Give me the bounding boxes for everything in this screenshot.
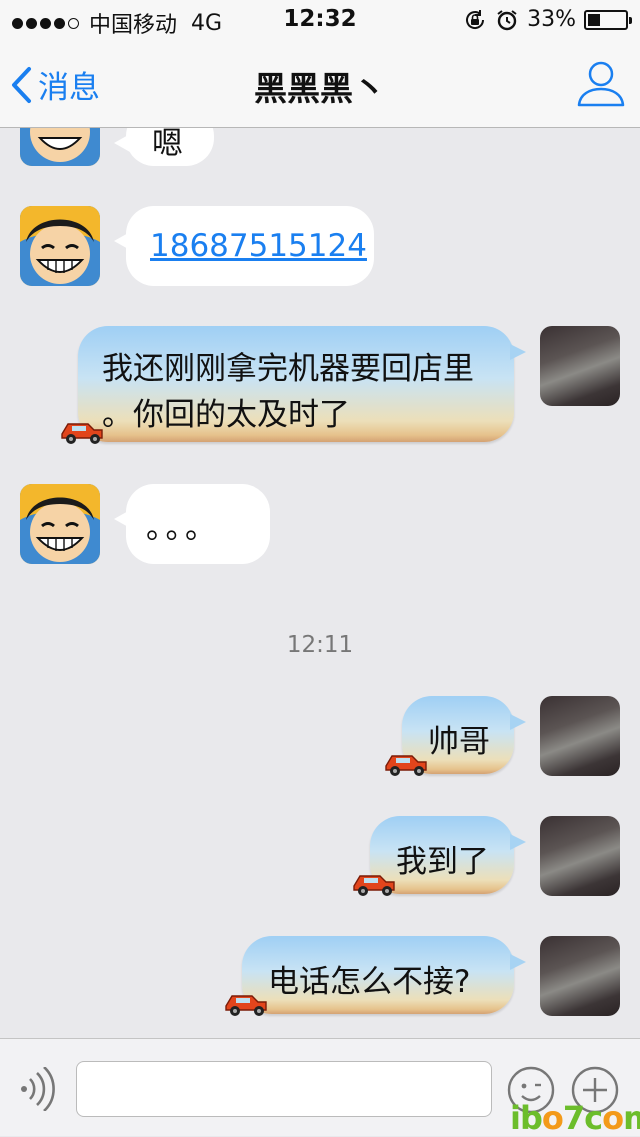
my-avatar[interactable] — [540, 936, 620, 1016]
battery-icon — [584, 9, 632, 30]
voice-icon[interactable] — [16, 1067, 56, 1111]
message-text: 我到了 — [396, 844, 489, 880]
status-right: 33% — [463, 7, 632, 32]
battery-level-fill — [588, 13, 600, 26]
car-decoration-icon — [61, 423, 103, 444]
rotation-lock-icon — [466, 9, 485, 29]
message-bubble-outgoing[interactable]: 我还刚刚拿完机器要回店里 。你回的太及时了 — [78, 326, 526, 442]
message-text-line: 。你回的太及时了 — [102, 397, 350, 433]
message-text: 电话怎么不接? — [268, 964, 471, 1000]
car-decoration-icon — [225, 995, 267, 1016]
contact-avatar[interactable] — [20, 484, 100, 564]
chat-title: 黑黑黑丶 — [254, 69, 386, 108]
person-icon — [577, 61, 625, 107]
message-input[interactable] — [76, 1061, 492, 1117]
phone-number-link[interactable]: 18687515124 — [150, 228, 367, 264]
my-avatar[interactable] — [540, 696, 620, 776]
car-decoration-icon — [353, 875, 395, 896]
car-decoration-icon — [385, 755, 427, 776]
message-input-bar: ibo7com — [0, 1038, 640, 1137]
navigation-bar: 消息 黑黑黑丶 — [0, 40, 640, 128]
message-text: 帅哥 — [428, 724, 490, 760]
contact-avatar[interactable] — [20, 128, 100, 166]
watermark-logo: ibo7com — [510, 1099, 640, 1137]
my-avatar[interactable] — [540, 326, 620, 406]
battery-percent: 33% — [527, 7, 576, 32]
message-text: 。。。 — [146, 510, 220, 546]
message-text: 嗯 — [152, 128, 183, 162]
alarm-icon — [497, 9, 517, 30]
message-bubble-incoming[interactable]: 嗯 — [114, 128, 214, 166]
timestamp: 12:11 — [286, 632, 354, 658]
chat-history[interactable]: 嗯 18687515124 我还刚刚拿完机器要回店里 。你回的太及时了 。。。 … — [0, 128, 640, 1038]
message-text-line: 我还刚刚拿完机器要回店里 — [102, 351, 474, 387]
my-avatar[interactable] — [540, 816, 620, 896]
status-bar: 中国移动 4G 12:32 33% — [0, 0, 640, 40]
message-bubble-incoming[interactable]: 18687515124 — [114, 206, 374, 286]
message-bubble-incoming[interactable]: 。。。 — [114, 484, 270, 564]
message-bubble-outgoing[interactable]: 电话怎么不接? — [242, 936, 526, 1014]
contact-avatar[interactable] — [20, 206, 100, 286]
contact-profile-button[interactable] — [576, 58, 626, 112]
